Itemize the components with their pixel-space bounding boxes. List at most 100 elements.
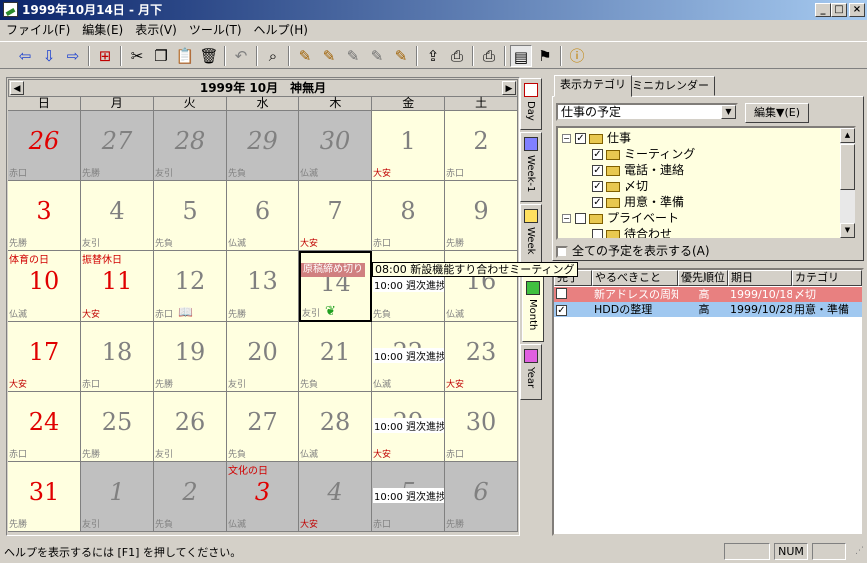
note-icon[interactable]: ✎ <box>390 45 412 67</box>
calendar-day-cell[interactable]: 4 大安 <box>299 462 372 532</box>
next-month-button[interactable]: ▶ <box>502 81 516 95</box>
forward-arrow-icon[interactable]: ⇨ <box>62 45 84 67</box>
category-icon[interactable]: ⚑ <box>534 45 556 67</box>
menu-help[interactable]: ヘルプ(H) <box>248 20 314 40</box>
calendar-day-cell[interactable]: 9 先勝 <box>445 181 518 251</box>
calendar-view-icon[interactable]: ▤ <box>510 45 532 67</box>
tab-week-1[interactable]: Week-1 <box>520 132 542 202</box>
calendar-day-cell[interactable]: 6 仏滅 <box>227 181 299 251</box>
copy-icon[interactable]: ❐ <box>150 45 172 67</box>
collapse-icon[interactable]: − <box>562 214 571 223</box>
tree-item[interactable]: 待合わせ <box>592 226 672 238</box>
category-checkbox[interactable]: ✓ <box>592 149 603 160</box>
tree-item[interactable]: ✓ 用意・準備 <box>592 194 684 210</box>
calendar-day-cell[interactable]: 17 大安 <box>8 322 81 392</box>
calendar-day-cell[interactable]: 27 先勝 <box>81 111 154 181</box>
calendar-day-cell[interactable]: 2 先負 <box>154 462 227 532</box>
todo-row[interactable]: ✓ HDDの整理 高 1999/10/28 用意・準備 <box>554 302 862 317</box>
category-select[interactable]: 仕事の予定 ▼ <box>556 103 738 121</box>
calendar-day-cell[interactable]: 23 大安 <box>445 322 518 392</box>
col-task[interactable]: やるべきこと <box>592 270 678 286</box>
find-icon[interactable]: ⌕ <box>262 45 284 67</box>
calendar-event[interactable]: 10:00 週次進捗 <box>373 418 444 433</box>
calendar-day-cell[interactable]: 24 赤口 <box>8 392 81 462</box>
tree-scrollbar[interactable]: ▲ ▼ <box>840 128 855 238</box>
calendar-day-cell[interactable]: 体育の日 10 仏滅 <box>8 251 81 322</box>
calendar-day-cell[interactable]: 1 友引 <box>81 462 154 532</box>
tab-day[interactable]: Day <box>520 78 542 130</box>
tab-mini-calendar[interactable]: ミニカレンダー <box>626 76 715 96</box>
calendar-day-cell[interactable]: 5 先負 <box>154 181 227 251</box>
minimize-button[interactable]: _ <box>815 3 831 17</box>
calendar-day-cell[interactable]: 7 大安 <box>299 181 372 251</box>
scroll-up-icon[interactable]: ▲ <box>840 128 855 143</box>
tree-item[interactable]: − プライベート <box>562 210 679 226</box>
maximize-button[interactable]: □ <box>831 3 847 17</box>
back-arrow-icon[interactable]: ⇦ <box>14 45 36 67</box>
delete-icon[interactable]: 🗑 <box>198 45 220 67</box>
category-checkbox[interactable] <box>575 213 586 224</box>
category-checkbox[interactable]: ✓ <box>592 181 603 192</box>
calendar-day-cell[interactable]: 6 先勝 <box>445 462 518 532</box>
calendar-day-cell[interactable]: 27 先負 <box>227 392 299 462</box>
menu-file[interactable]: ファイル(F) <box>0 20 76 40</box>
menu-tools[interactable]: ツール(T) <box>183 20 248 40</box>
size-grip-icon[interactable]: ⋰ <box>850 546 864 560</box>
edit-todo-icon[interactable]: ✎ <box>366 45 388 67</box>
close-button[interactable]: × <box>849 3 865 17</box>
calendar-day-cell[interactable]: 4 友引 <box>81 181 154 251</box>
edit-button[interactable]: 編集▼(E) <box>745 103 809 123</box>
calendar-day-cell[interactable]: 28 友引 <box>154 111 227 181</box>
tree-item[interactable]: ✓ ミーティング <box>592 146 695 162</box>
col-priority[interactable]: 優先順位 <box>678 270 728 286</box>
calendar-day-cell[interactable]: 14 ❦ 友引 <box>299 251 372 322</box>
calendar-day-cell[interactable]: 18 赤口 <box>81 322 154 392</box>
col-category[interactable]: カテゴリ <box>792 270 862 286</box>
collapse-icon[interactable]: − <box>562 134 571 143</box>
col-due[interactable]: 期日 <box>728 270 792 286</box>
calendar-day-cell[interactable]: 19 先勝 <box>154 322 227 392</box>
calendar-day-cell[interactable]: 28 仏滅 <box>299 392 372 462</box>
calendar-day-cell[interactable]: 26 友引 <box>154 392 227 462</box>
help-icon[interactable]: ⓘ <box>566 45 588 67</box>
calendar-day-cell[interactable]: 29 先負 <box>227 111 299 181</box>
category-checkbox[interactable]: ✓ <box>592 165 603 176</box>
calendar-day-cell[interactable]: 文化の日 3 仏滅 <box>227 462 299 532</box>
undo-icon[interactable]: ↶ <box>230 45 252 67</box>
todo-done-checkbox[interactable] <box>556 288 567 299</box>
calendar-day-cell[interactable]: 26 赤口 <box>8 111 81 181</box>
cut-icon[interactable]: ✂ <box>126 45 148 67</box>
scroll-down-icon[interactable]: ▼ <box>840 223 855 238</box>
calendar-day-cell[interactable]: 1 大安 <box>372 111 445 181</box>
calendar-event[interactable]: 10:00 週次進捗 <box>373 348 444 363</box>
calendar-day-cell[interactable]: 振替休日 11 大安 <box>81 251 154 322</box>
calendar-day-cell[interactable]: 20 友引 <box>227 322 299 392</box>
new-todo-icon[interactable]: ✎ <box>318 45 340 67</box>
leaf-icon[interactable]: ❦ <box>325 304 336 319</box>
category-checkbox[interactable]: ✓ <box>575 133 586 144</box>
new-schedule-icon[interactable]: ✎ <box>294 45 316 67</box>
calendar-day-cell[interactable]: 2210:00 週次進捗仏滅 <box>372 322 445 392</box>
calendar-day-cell[interactable]: 510:00 週次進捗赤口 <box>372 462 445 532</box>
tree-item[interactable]: ✓ 電話・連絡 <box>592 162 684 178</box>
print-icon[interactable]: ⎙ <box>478 45 500 67</box>
paste-icon[interactable]: 📋 <box>174 45 196 67</box>
calendar-day-cell[interactable]: 30 赤口 <box>445 392 518 462</box>
export-icon[interactable]: ⎙ <box>446 45 468 67</box>
import-icon[interactable]: ⇪ <box>422 45 444 67</box>
show-all-checkbox[interactable] <box>556 245 568 258</box>
calendar-event[interactable]: 10:00 週次進捗 <box>373 488 444 503</box>
todo-done-checkbox[interactable]: ✓ <box>556 305 567 316</box>
calendar-day-cell[interactable]: 2 赤口 <box>445 111 518 181</box>
category-checkbox[interactable] <box>592 229 603 238</box>
calendar-day-cell[interactable]: 21 先負 <box>299 322 372 392</box>
dropdown-arrow-icon[interactable]: ▼ <box>721 105 736 119</box>
tab-month[interactable]: Month <box>522 276 544 342</box>
tab-display-category[interactable]: 表示カテゴリ <box>554 75 632 97</box>
book-icon[interactable]: 📖 <box>178 305 193 319</box>
scroll-thumb[interactable] <box>840 144 855 190</box>
calendar-day-cell[interactable]: 30 仏滅 <box>299 111 372 181</box>
edit-schedule-icon[interactable]: ✎ <box>342 45 364 67</box>
calendar-day-cell[interactable]: 31 先勝 <box>8 462 81 532</box>
tree-item[interactable]: ✓ 〆切 <box>592 178 648 194</box>
